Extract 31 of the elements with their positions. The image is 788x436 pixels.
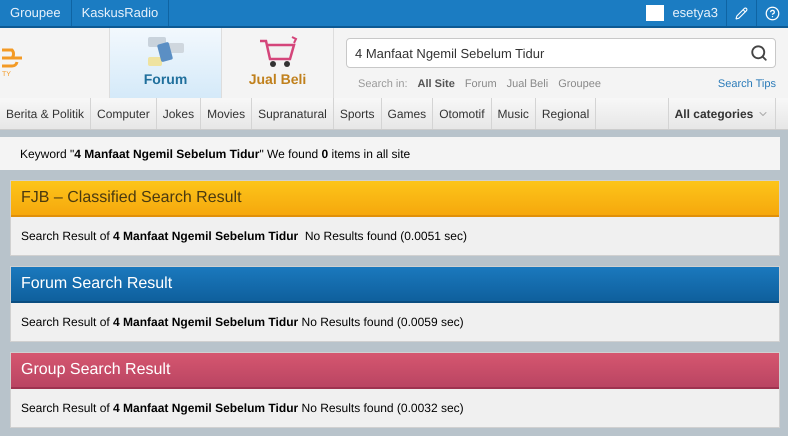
category-tab[interactable]: Berita & Politik — [0, 98, 92, 129]
result-header: Forum Search Result — [11, 267, 779, 303]
avatar-icon[interactable] — [646, 5, 664, 21]
result-text: Search Result of 4 Manfaat Ngemil Sebelum Tidur No Results found (0.0059 sec) — [20, 314, 465, 331]
search-field[interactable]: 4 Manfaat Ngemil Sebelum Tidur — [346, 38, 776, 68]
category-tab[interactable]: Games — [382, 98, 434, 129]
search-tips-link[interactable]: Search Tips — [718, 76, 776, 92]
category-tab[interactable]: Sports — [334, 98, 382, 129]
category-tab[interactable]: Jokes — [156, 98, 202, 129]
result-text: Search Result of 4 Manfaat Ngemil Sebelum Tidur No Results found (0.0051 sec) — [20, 228, 468, 245]
category-tab[interactable]: Otomotif — [433, 98, 492, 129]
category-tab[interactable]: Regional — [536, 98, 596, 129]
username-link[interactable]: esetya3 — [672, 3, 718, 23]
all-categories-dropdown[interactable]: All categories — [668, 98, 776, 129]
category-tab[interactable]: Music — [492, 98, 536, 129]
logo-mark-icon — [2, 46, 24, 70]
search-icon[interactable] — [750, 44, 768, 62]
top-link[interactable]: KaskusRadio — [72, 0, 170, 26]
result-text: Search Result of 4 Manfaat Ngemil Sebelum Tidur No Results found (0.0032 sec) — [20, 400, 465, 417]
result-header: Group Search Result — [11, 353, 779, 389]
search-scope[interactable]: All Site — [418, 76, 455, 92]
search-in-label: Search in: — [358, 77, 408, 92]
result-header: FJB – Classified Search Result — [11, 181, 779, 217]
summary-text: Keyword "4 Manfaat Ngemil Sebelum Tidur" We found 0 items in all site — [20, 146, 410, 162]
nav-tab[interactable]: Forum — [110, 28, 222, 98]
category-tab[interactable]: Movies — [201, 98, 252, 129]
top-link[interactable]: Groupee — [0, 0, 72, 26]
help-icon — [765, 6, 780, 20]
pencil-icon — [735, 6, 748, 20]
category-tab[interactable]: Computer — [91, 98, 157, 129]
category-tab[interactable]: Supranatural — [252, 98, 334, 129]
